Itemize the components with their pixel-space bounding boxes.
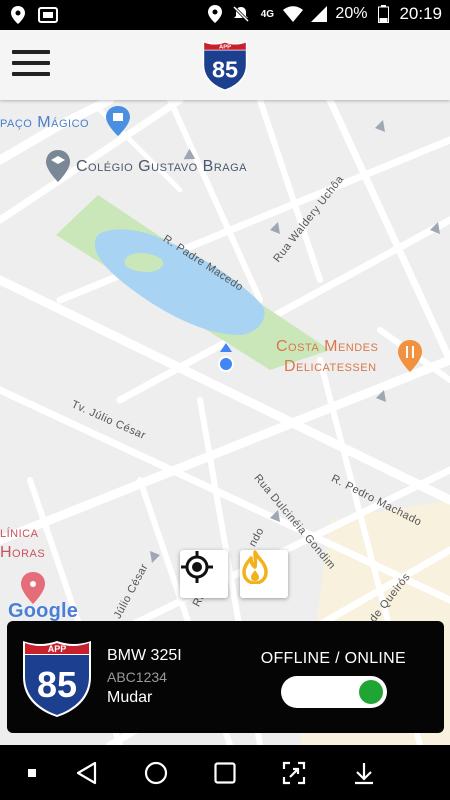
flame-icon bbox=[242, 550, 268, 584]
place-label: línica bbox=[0, 524, 39, 541]
place-label: Delicatessen bbox=[284, 358, 377, 375]
driver-status-card: APP 85 BMW 325I ABC1234 Mudar OFFLINE / … bbox=[7, 621, 444, 733]
crosshair-icon bbox=[181, 551, 213, 583]
clock: 20:19 bbox=[399, 4, 442, 23]
place-label: paço Mágico bbox=[0, 114, 90, 131]
wifi-icon bbox=[283, 4, 304, 24]
menu-icon-line bbox=[12, 72, 50, 76]
signal-4g-icon: 4G bbox=[260, 8, 275, 20]
menu-icon bbox=[12, 50, 50, 54]
status-bar: 4G 20% 20:19 bbox=[0, 0, 450, 30]
card-logo-number-text: 85 bbox=[37, 664, 77, 705]
location-icon bbox=[205, 4, 225, 24]
home-icon[interactable] bbox=[142, 759, 170, 787]
logo-top-text: APP bbox=[219, 44, 231, 50]
toggle-knob bbox=[359, 680, 383, 704]
car-name: BMW 325I bbox=[107, 647, 182, 664]
download-icon[interactable] bbox=[350, 759, 378, 787]
menu-icon-line bbox=[12, 61, 50, 65]
place-label: Colégio Gustavo Braga bbox=[76, 158, 248, 175]
app-logo: APP 85 bbox=[202, 41, 248, 91]
card-app-logo: APP 85 bbox=[23, 641, 91, 717]
screenshot-icon[interactable] bbox=[280, 759, 308, 787]
dot-icon[interactable] bbox=[18, 759, 46, 787]
google-logo: Google bbox=[8, 600, 79, 622]
online-toggle[interactable] bbox=[281, 676, 387, 708]
car-plate: ABC1234 bbox=[107, 669, 167, 685]
screen-share-icon bbox=[38, 5, 58, 25]
heatmap-button[interactable] bbox=[240, 550, 288, 598]
system-nav-bar bbox=[0, 745, 450, 800]
location-icon bbox=[8, 5, 28, 25]
card-logo-top-text: APP bbox=[48, 644, 67, 654]
place-label: Costa Mendes bbox=[276, 338, 379, 355]
menu-button[interactable] bbox=[12, 50, 50, 80]
battery-icon bbox=[373, 4, 393, 24]
recents-icon[interactable] bbox=[211, 759, 239, 787]
signal-icon bbox=[309, 4, 329, 24]
logo-number-text: 85 bbox=[212, 57, 238, 83]
online-status-label: OFFLINE / ONLINE bbox=[260, 650, 406, 667]
battery-percent: 20% bbox=[335, 5, 368, 22]
mute-icon bbox=[231, 4, 251, 24]
place-label: Horas bbox=[0, 544, 46, 561]
app-bar: APP 85 bbox=[0, 30, 450, 100]
change-car-link[interactable]: Mudar bbox=[107, 689, 152, 707]
app-root: 4G 20% 20:19 APP 85 R. Padre Macedo Rua … bbox=[0, 0, 450, 800]
back-icon[interactable] bbox=[72, 759, 100, 787]
locate-button[interactable] bbox=[180, 550, 228, 598]
